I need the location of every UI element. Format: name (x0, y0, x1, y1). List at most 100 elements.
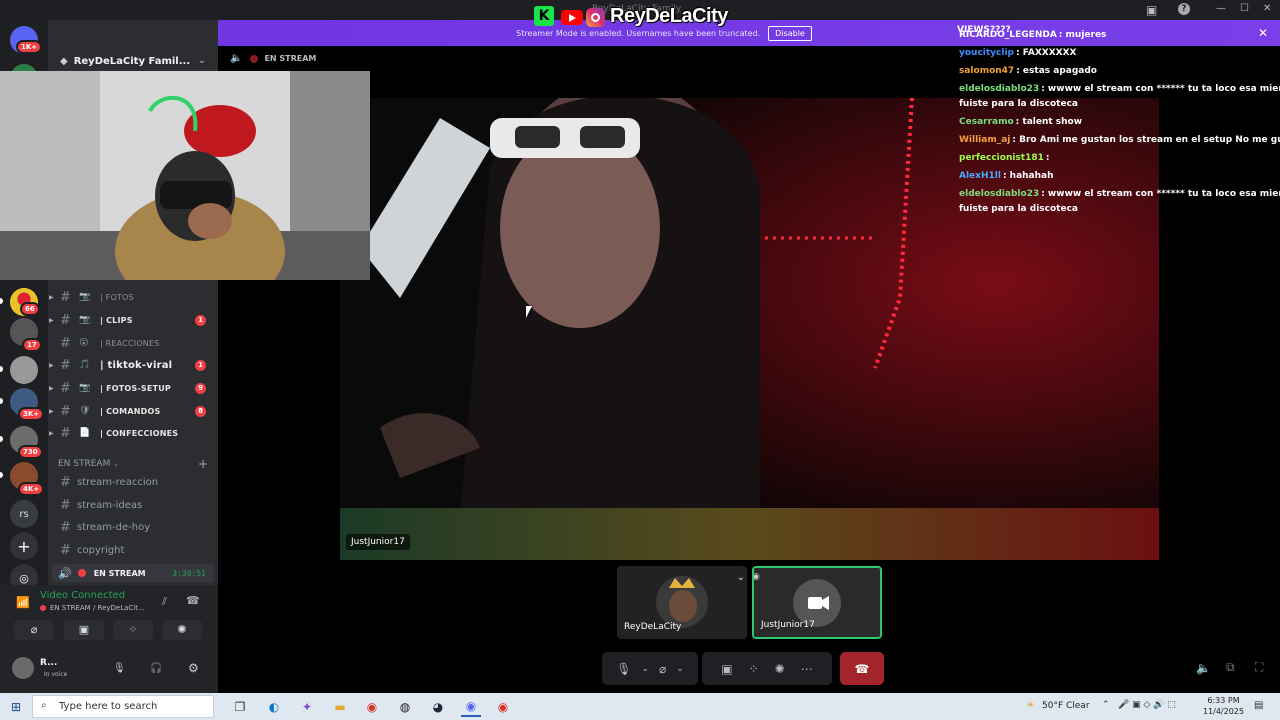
chrome-icon[interactable]: ◉ (362, 697, 382, 717)
notification-icon[interactable]: ▤ (1254, 700, 1263, 711)
tray-chevron-icon[interactable]: ⌃ (1102, 700, 1110, 710)
hash-icon: # (60, 357, 71, 373)
disconnect-icon[interactable]: ☎ (186, 594, 200, 607)
chat-message: fuiste para la discoteca (959, 204, 1078, 214)
maximize-icon[interactable]: ☐ (1240, 3, 1249, 14)
chat-text: : estas apagado (1016, 66, 1097, 76)
activities-icon[interactable]: ⁘ (749, 662, 759, 676)
channel-confecciones[interactable]: ▶ # 📄 | CONFECCIONES (48, 422, 218, 444)
headphones-icon[interactable]: 🎧 (150, 663, 162, 674)
channel-reacciones[interactable]: # 😮 | REACCIONES (48, 332, 218, 354)
channel-stream-reaccion[interactable]: # stream-reaccion (60, 472, 158, 492)
channel-fotos[interactable]: ▶ # 📷 | FOTOS (48, 286, 218, 308)
category-en-stream[interactable]: EN STREAM ⌄ + (58, 457, 208, 471)
clock-date: 11/4/2025 (1202, 707, 1244, 716)
rail-badge: 3K+ (18, 407, 45, 421)
channel-stream-ideas[interactable]: # stream-ideas (60, 495, 142, 515)
chat-username[interactable]: eldelosdiablo23 (959, 84, 1039, 94)
avatar[interactable] (12, 657, 34, 679)
voice-duration: 3:30:51 (172, 568, 206, 578)
soundboard-button[interactable]: ✺ (162, 620, 202, 640)
channel-tiktok-viral[interactable]: ▶ # 🎵 | tiktok-viral 1 (48, 354, 218, 376)
clock-time: 6:33 PM (1207, 696, 1240, 705)
discord-taskbar-icon[interactable]: ◉ (461, 697, 481, 717)
chat-text: : FAXXXXXX (1016, 48, 1077, 58)
rail-badge: 730 (18, 445, 43, 459)
channel-comandos[interactable]: ▶ # 🛡 | COMANDOS 8 (48, 400, 218, 422)
share-screen-button[interactable]: ▣ (64, 620, 104, 640)
obs-icon[interactable]: ◍ (395, 697, 415, 717)
participant-tile-reydelacity[interactable]: ReyDeLaCity ⌄ (617, 566, 747, 639)
chevron-down-icon: ⌄ (198, 56, 206, 66)
minimize-icon[interactable]: — (1216, 3, 1226, 14)
share-screen-icon[interactable]: ▣ (721, 662, 732, 676)
inbox-icon[interactable]: ▣ (1146, 3, 1157, 17)
add-server-icon[interactable]: + (10, 532, 38, 560)
mention-count: 8 (195, 405, 206, 417)
task-view-icon[interactable]: ❐ (230, 697, 250, 717)
chat-text: fuiste para la discoteca (959, 99, 1078, 109)
toggle-video-button[interactable]: ⌀ (14, 620, 54, 640)
voice-channel-en-stream[interactable]: 🔊 EN STREAM 3:30:51 (52, 564, 214, 582)
chat-username[interactable]: Cesarramo (959, 117, 1014, 127)
connection-icon: 📶 (16, 596, 30, 609)
camera-off-icon: ⌀ (30, 623, 38, 636)
participant-tile-justjunior17[interactable]: JustJunior17 ◉ (752, 566, 882, 639)
chat-username[interactable]: RICARDO_LEGENDA (959, 30, 1057, 40)
chevron-down-icon[interactable]: ⌄ (641, 664, 649, 674)
gear-icon[interactable]: ⚙ (188, 661, 199, 675)
popout-icon[interactable]: ⧉ (1226, 660, 1235, 675)
chat-text: : hahahah (1002, 171, 1054, 181)
unread-pip (0, 398, 3, 404)
copilot-icon[interactable]: ✦ (297, 697, 317, 717)
close-window-icon[interactable]: ✕ (1263, 3, 1271, 14)
noise-suppression-icon[interactable]: ⫽ (162, 595, 167, 609)
brand-header-text: ReyDeLaCity (610, 5, 728, 27)
steam-icon[interactable]: ◕ (428, 697, 448, 717)
taskbar-search-input[interactable]: ⌕ Type here to search (32, 695, 214, 718)
activities-button[interactable]: ⁘ (113, 620, 153, 640)
channel-fotos-setup[interactable]: ▶ # 📷 | FOTOS-SETUP 9 (48, 377, 218, 399)
microphone-icon[interactable]: 🎙 (113, 663, 126, 674)
disable-streamer-mode-button[interactable]: Disable (768, 25, 812, 41)
chevron-down-icon[interactable]: ⌄ (737, 572, 745, 583)
chrome-icon[interactable]: ◉ (493, 697, 513, 717)
volume-icon[interactable]: 🔈 (1196, 661, 1211, 675)
channel-clips[interactable]: ▶ # 📷 | CLIPS 1 (48, 309, 218, 331)
voice-location[interactable]: EN STREAM / ReyDeLaCit... (40, 604, 145, 612)
weather-text[interactable]: 50°F Clear (1042, 701, 1090, 711)
video-connected-status[interactable]: Video Connected (40, 590, 125, 601)
soundboard-icon[interactable]: ✺ (775, 662, 785, 676)
fullscreen-icon[interactable]: ⛶ (1255, 660, 1263, 675)
share-screen-icon: ▣ (78, 623, 90, 636)
channel-emoji: 📷 (79, 292, 91, 302)
tray-icons[interactable]: 🎤 ▣ ◇ 🔊 ⬚ (1118, 700, 1176, 710)
channel-stream-de-hoy[interactable]: # stream-de-hoy (60, 517, 150, 537)
chat-username[interactable]: William_aj (959, 135, 1010, 145)
windows-start-icon[interactable]: ⊞ (6, 697, 26, 717)
chat-username[interactable]: eldelosdiablo23 (959, 189, 1039, 199)
server-icon[interactable]: rs (10, 500, 38, 528)
chat-text: : wwww el stream con ****** tu ta loco e… (1041, 189, 1280, 199)
unread-pip (0, 366, 3, 372)
channel-copyright[interactable]: # copyright (60, 540, 124, 560)
chat-username[interactable]: perfeccionist181 (959, 153, 1044, 163)
help-icon[interactable]: ? (1178, 3, 1190, 15)
chat-message: eldelosdiablo23: wwww el stream con ****… (959, 84, 1280, 94)
chat-message: AlexH1ll: hahahah (959, 171, 1054, 181)
add-channel-icon[interactable]: + (198, 457, 208, 471)
mic-toggle-button[interactable]: 🎙 ⌄ ⌀ ⌄ (602, 652, 698, 685)
caret-icon: ▶ (49, 293, 54, 301)
channel-label: copyright (77, 544, 125, 556)
more-options-icon[interactable]: ⋯ (801, 662, 813, 676)
disconnect-button[interactable]: ☎ (840, 652, 884, 685)
server-icon[interactable] (10, 356, 38, 384)
mention-count: 9 (195, 382, 206, 394)
chat-username[interactable]: youcityclip (959, 48, 1014, 58)
chat-username[interactable]: AlexH1ll (959, 171, 1001, 181)
file-explorer-icon[interactable]: ▬ (330, 697, 350, 717)
chat-username[interactable]: salomon47 (959, 66, 1014, 76)
taskbar-clock[interactable]: 6:33 PM 11/4/2025 (1203, 695, 1244, 717)
edge-browser-icon[interactable]: ◐ (264, 697, 284, 717)
chevron-down-icon[interactable]: ⌄ (676, 664, 684, 674)
